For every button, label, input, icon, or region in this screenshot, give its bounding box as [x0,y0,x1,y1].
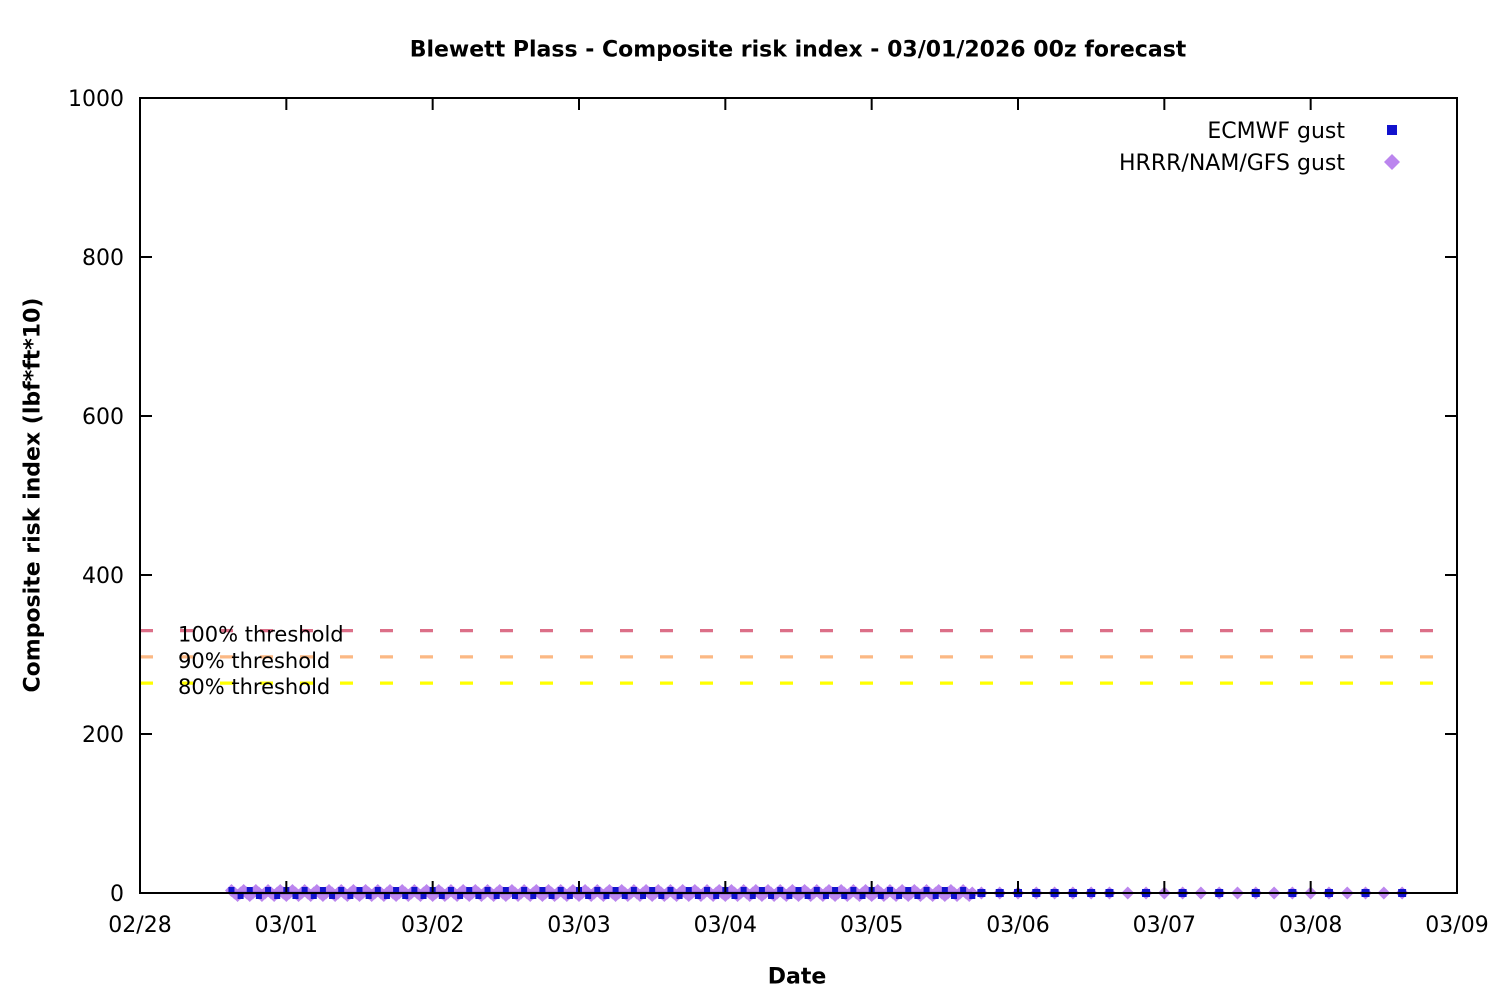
legend-label: HRRR/NAM/GFS gust [1119,151,1345,176]
legend-label: ECMWF gust [1207,119,1345,144]
threshold-label: 80% threshold [178,675,330,699]
y-tick-label: 0 [110,882,124,907]
y-tick-label: 200 [82,723,124,748]
data-point-marker [1387,125,1397,135]
y-tick-label: 800 [82,246,124,271]
x-tick-label: 03/05 [840,913,903,938]
plot-border [139,97,1458,894]
x-tick-label: 03/03 [547,913,610,938]
data-point-marker [1384,154,1400,170]
threshold-label: 100% threshold [178,623,344,647]
x-tick-label: 03/07 [1133,913,1196,938]
x-tick-label: 03/02 [401,913,464,938]
x-tick-label: 03/09 [1425,913,1488,938]
threshold-label: 90% threshold [178,649,330,673]
y-tick-label: 600 [82,405,124,430]
plot-svg: 02/28 03/01 03/02 03/03 03/04 03/05 03/06 03/07… [68,87,1489,938]
x-tick-label: 03/08 [1279,913,1342,938]
x-tick-label: 03/01 [255,913,318,938]
x-tick-label: 02/28 [108,913,171,938]
y-tick-label: 1000 [68,87,124,112]
chart-root: Blewett Plass - Composite risk index - 0… [0,0,1500,1000]
x-tick-label: 03/04 [694,913,757,938]
y-tick-label: 400 [82,564,124,589]
x-tick-label: 03/06 [986,913,1049,938]
